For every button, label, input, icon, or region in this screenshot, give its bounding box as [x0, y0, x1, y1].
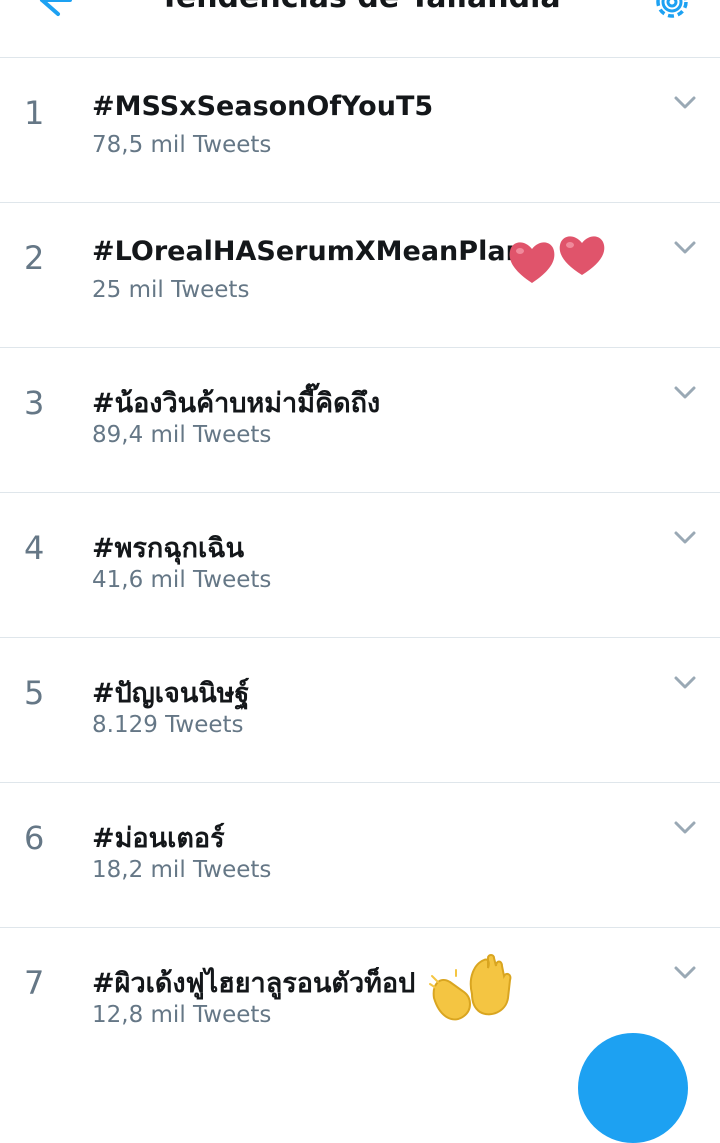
- chevron-down-icon[interactable]: [670, 527, 700, 549]
- two-hearts-icon: [509, 236, 605, 283]
- chevron-down-icon[interactable]: [670, 962, 700, 984]
- trend-rank: 1: [24, 94, 45, 132]
- trend-name: #ม่อนเตอร์: [92, 823, 225, 854]
- trend-name: #พรกฉุกเฉิน: [92, 533, 245, 564]
- trend-name: #LOrealHASerumXMeanPlan: [92, 236, 525, 267]
- tweet-count: 78,5 mil Tweets: [92, 132, 272, 158]
- chevron-down-icon[interactable]: [670, 237, 700, 259]
- trend-item[interactable]: 4 #พรกฉุกเฉิน 41,6 mil Tweets: [0, 493, 720, 638]
- trend-rank: 7: [24, 964, 45, 1002]
- page-title: Tendencias de Tailandia: [0, 0, 720, 15]
- top-app-bar: Tendencias de Tailandia: [0, 0, 720, 58]
- raising-hands-icon: [429, 954, 512, 1021]
- trend-rank: 2: [24, 239, 45, 277]
- trend-name: #น้องวินค้าบหม่ามี๊คิดถึง: [92, 388, 381, 419]
- compose-tweet-button[interactable]: [578, 1033, 688, 1143]
- trend-rank: 6: [24, 819, 45, 857]
- gear-icon: [656, 0, 688, 18]
- chevron-down-icon[interactable]: [670, 817, 700, 839]
- trend-name: #ปัญเจนนิษฐ์: [92, 678, 250, 709]
- trend-name: #MSSxSeasonOfYouT5: [92, 91, 434, 122]
- chevron-down-icon[interactable]: [670, 382, 700, 404]
- trend-rank: 3: [24, 384, 45, 422]
- chevron-down-icon[interactable]: [670, 672, 700, 694]
- tweet-count: 41,6 mil Tweets: [92, 567, 272, 593]
- trend-rank: 5: [24, 674, 45, 712]
- tweet-count: 8.129 Tweets: [92, 712, 244, 738]
- trend-item[interactable]: 5 #ปัญเจนนิษฐ์ 8.129 Tweets: [0, 638, 720, 783]
- chevron-down-icon[interactable]: [670, 92, 700, 114]
- trend-name: #ผิวเด้งฟูไฮยาลูรอนตัวท็อป: [92, 968, 416, 999]
- tweet-count: 25 mil Tweets: [92, 277, 250, 303]
- trend-item[interactable]: 6 #ม่อนเตอร์ 18,2 mil Tweets: [0, 783, 720, 928]
- tweet-count: 12,8 mil Tweets: [92, 1002, 272, 1028]
- tweet-count: 18,2 mil Tweets: [92, 857, 272, 883]
- tweet-count: 89,4 mil Tweets: [92, 422, 272, 448]
- trend-item[interactable]: 3 #น้องวินค้าบหม่ามี๊คิดถึง 89,4 mil Twe…: [0, 348, 720, 493]
- trend-rank: 4: [24, 529, 45, 567]
- settings-button[interactable]: [648, 0, 696, 26]
- trends-list: 1 #MSSxSeasonOfYouT5 78,5 mil Tweets 2 #…: [0, 58, 720, 1072]
- trend-item[interactable]: 1 #MSSxSeasonOfYouT5 78,5 mil Tweets: [0, 58, 720, 203]
- trend-item[interactable]: 2 #LOrealHASerumXMeanPlan 25 mil Tweets: [0, 203, 720, 348]
